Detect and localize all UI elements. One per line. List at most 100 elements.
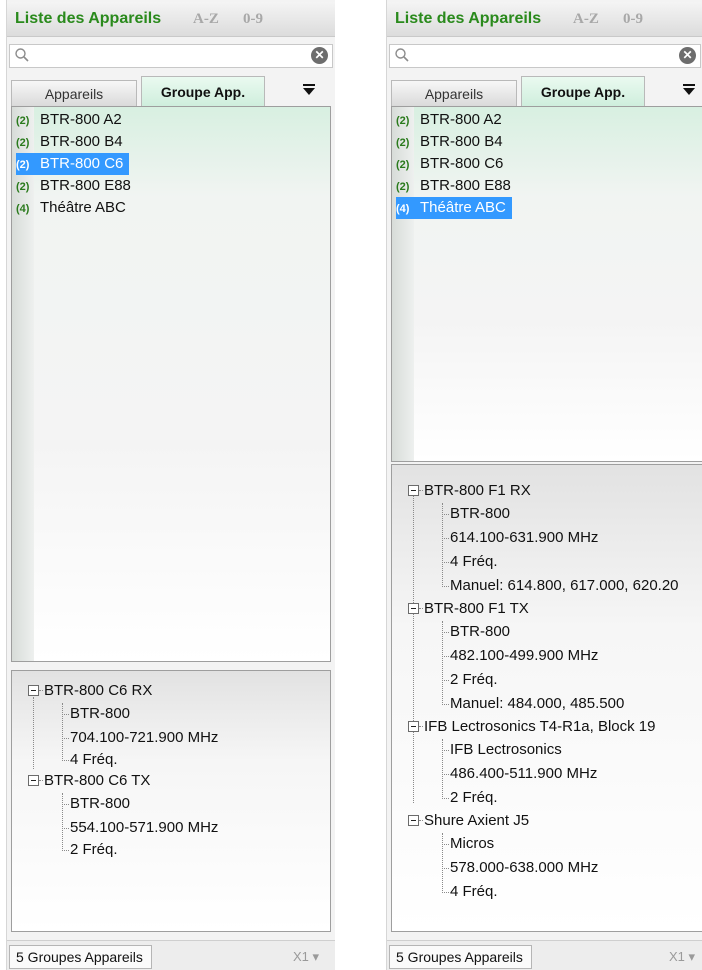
group-count: (2) — [396, 159, 410, 171]
collapse-icon[interactable] — [28, 775, 39, 786]
group-count-status: 5 Groupes Appareils — [9, 945, 152, 969]
group-count: (2) — [16, 115, 30, 127]
group-name: BTR-800 A2 — [420, 111, 502, 128]
sort-09-button[interactable]: 0-9 — [623, 11, 643, 28]
group-name: Théâtre ABC — [40, 199, 126, 216]
tree-connector — [62, 738, 69, 739]
tree-leaf[interactable]: BTR-800 — [450, 620, 510, 644]
tree-node-device[interactable]: IFB Lectrosonics T4-R1a, Block 19 — [424, 715, 656, 739]
tree-connector — [442, 739, 443, 799]
tree-leaf[interactable]: 2 Fréq. — [70, 838, 118, 862]
tree-leaf[interactable]: BTR-800 — [70, 792, 130, 816]
tree-leaf[interactable]: BTR-800 — [70, 702, 130, 726]
device-group-list[interactable]: (2) BTR-800 A2 (2) BTR-800 B4 (2) BTR-800 C… — [11, 106, 331, 662]
tree-connector — [442, 656, 449, 657]
collapse-icon[interactable] — [408, 485, 419, 496]
group-count: (2) — [396, 181, 410, 193]
tree-node-device[interactable]: BTR-800 F1 RX — [424, 479, 531, 503]
tab-bar: Appareils Groupe App. — [391, 76, 702, 106]
zoom-value: X1 — [293, 949, 309, 964]
tree-leaf[interactable]: Manuel: 484.000, 485.500 — [450, 692, 624, 716]
tab-bar: Appareils Groupe App. — [11, 76, 335, 106]
tree-connector — [62, 714, 69, 715]
tree-connector — [39, 780, 43, 781]
tree-node-device[interactable]: BTR-800 F1 TX — [424, 597, 529, 621]
tree-leaf[interactable]: 2 Fréq. — [450, 786, 498, 810]
tree-node-device[interactable]: Shure Axient J5 — [424, 809, 529, 833]
tree-leaf[interactable]: 4 Fréq. — [450, 880, 498, 904]
tree-leaf[interactable]: 482.100-499.900 MHz — [450, 644, 598, 668]
tree-connector — [62, 828, 69, 829]
collapse-icon[interactable] — [408, 721, 419, 732]
collapse-icon[interactable] — [408, 603, 419, 614]
tree-leaf[interactable]: 4 Fréq. — [450, 550, 498, 574]
tree-leaf[interactable]: 578.000-638.000 MHz — [450, 856, 598, 880]
clear-icon[interactable]: ✕ — [311, 47, 328, 64]
tree-connector — [419, 608, 423, 609]
tree-connector — [413, 491, 414, 803]
tree-connector — [442, 562, 449, 563]
collapse-icon[interactable] — [28, 685, 39, 696]
search-input[interactable] — [414, 46, 674, 66]
sort-09-button[interactable]: 0-9 — [243, 11, 263, 28]
group-count: (2) — [16, 137, 30, 149]
tree-connector — [442, 680, 449, 681]
group-name: BTR-800 A2 — [40, 111, 122, 128]
list-item-selected[interactable]: (4) Théâtre ABC — [396, 197, 512, 219]
device-detail-tree[interactable]: BTR-800 F1 RX BTR-800 614.100-631.900 MH… — [391, 464, 702, 932]
tab-device-groups[interactable]: Groupe App. — [141, 76, 265, 106]
search-box: ✕ — [389, 44, 701, 68]
dropdown-arrow-icon[interactable] — [301, 82, 317, 98]
dropdown-arrow-icon[interactable] — [681, 82, 697, 98]
search-box: ✕ — [9, 44, 333, 68]
search-input[interactable] — [34, 46, 306, 66]
tree-leaf[interactable]: Micros — [450, 832, 494, 856]
tree-leaf[interactable]: 2 Fréq. — [450, 668, 498, 692]
tree-leaf[interactable]: IFB Lectrosonics — [450, 738, 562, 762]
tree-node-device[interactable]: BTR-800 C6 TX — [44, 769, 150, 793]
tree-leaf[interactable]: 704.100-721.900 MHz — [70, 726, 218, 750]
tree-connector — [442, 514, 449, 515]
zoom-dropdown[interactable]: X1 ▾ — [669, 949, 695, 965]
list-item[interactable]: (4) Théâtre ABC — [16, 197, 132, 219]
tree-leaf[interactable]: BTR-800 — [450, 502, 510, 526]
group-count: (2) — [396, 115, 410, 127]
tree-leaf[interactable]: 486.400-511.900 MHz — [450, 762, 597, 786]
tree-node-device[interactable]: BTR-800 C6 RX — [44, 679, 152, 703]
list-item[interactable]: (2) BTR-800 A2 — [396, 109, 508, 131]
tree-leaf[interactable]: 614.100-631.900 MHz — [450, 526, 598, 550]
list-item[interactable]: (2) BTR-800 E88 — [16, 175, 137, 197]
list-item[interactable]: (2) BTR-800 A2 — [16, 109, 128, 131]
tab-devices[interactable]: Appareils — [391, 80, 517, 106]
group-count: (4) — [396, 203, 410, 215]
group-name: BTR-800 E88 — [40, 177, 131, 194]
status-bar: 5 Groupes Appareils X1 ▾ — [7, 940, 335, 970]
tree-connector — [442, 868, 449, 869]
zoom-dropdown[interactable]: X1 ▾ — [293, 949, 319, 965]
tree-connector — [33, 697, 34, 769]
device-group-list[interactable]: (2) BTR-800 A2 (2) BTR-800 B4 (2) BTR-800 C… — [391, 106, 702, 462]
tree-connector — [442, 586, 449, 587]
tree-connector — [62, 793, 63, 849]
tab-devices[interactable]: Appareils — [11, 80, 137, 106]
tree-connector — [442, 774, 449, 775]
list-item-selected[interactable]: (2) BTR-800 C6 — [16, 153, 130, 175]
group-name: BTR-800 B4 — [420, 133, 503, 150]
sort-az-button[interactable]: A-Z — [193, 11, 219, 28]
list-item[interactable]: (2) BTR-800 B4 — [396, 131, 509, 153]
list-item[interactable]: (2) BTR-800 E88 — [396, 175, 517, 197]
sort-az-button[interactable]: A-Z — [573, 11, 599, 28]
tree-leaf[interactable]: Manuel: 614.800, 617.000, 620.20 — [450, 574, 679, 598]
tab-device-groups[interactable]: Groupe App. — [521, 76, 645, 106]
tree-connector — [39, 690, 43, 691]
title-bar: Liste des Appareils A-Z 0-9 — [7, 2, 335, 37]
list-item[interactable]: (2) BTR-800 B4 — [16, 131, 129, 153]
device-detail-tree[interactable]: BTR-800 C6 RX BTR-800 704.100-721.900 MH… — [11, 670, 331, 932]
tree-leaf[interactable]: 554.100-571.900 MHz — [70, 816, 218, 840]
tree-connector — [62, 760, 69, 761]
clear-icon[interactable]: ✕ — [679, 47, 696, 64]
list-item[interactable]: (2) BTR-800 C6 — [396, 153, 509, 175]
tree-connector — [442, 632, 449, 633]
search-icon — [15, 48, 29, 62]
collapse-icon[interactable] — [408, 815, 419, 826]
